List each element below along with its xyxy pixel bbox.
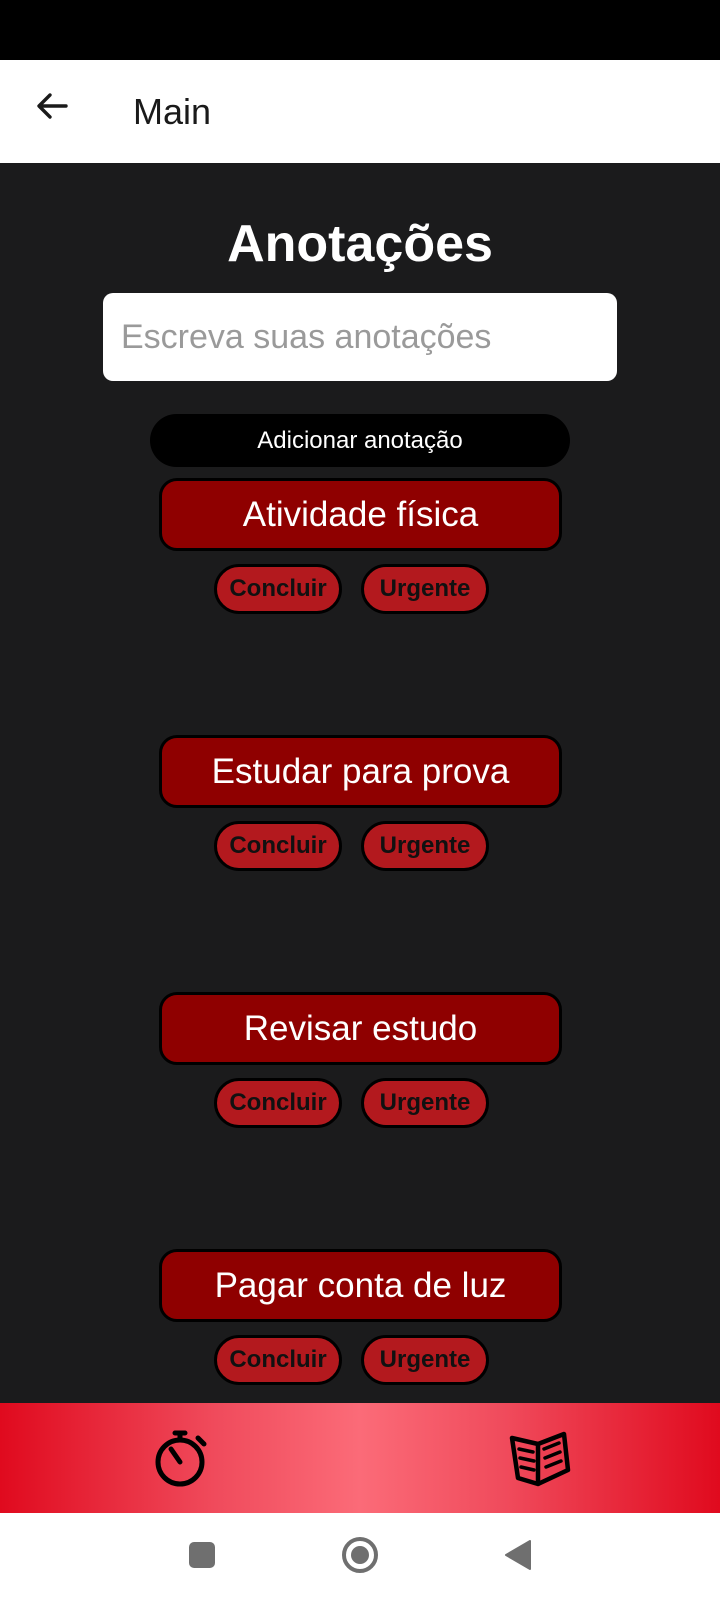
note-item: Atividade física Concluir Urgente [0, 478, 720, 618]
note-item: Estudar para prova Concluir Urgente [0, 735, 720, 875]
note-title[interactable]: Pagar conta de luz [159, 1249, 562, 1322]
urgent-button[interactable]: Urgente [361, 1335, 489, 1385]
conclude-button[interactable]: Concluir [214, 1078, 342, 1128]
note-title[interactable]: Estudar para prova [159, 735, 562, 808]
app-bar-title: Main [133, 91, 212, 132]
recents-button[interactable] [178, 1533, 226, 1581]
app-bar: Main [0, 60, 720, 163]
main-content: Anotações Adicionar anotação Atividade f… [0, 163, 720, 1403]
arrow-left-icon [34, 88, 70, 129]
conclude-button[interactable]: Concluir [214, 821, 342, 871]
stopwatch-icon [150, 1426, 214, 1495]
note-item: Revisar estudo Concluir Urgente [0, 992, 720, 1132]
note-title[interactable]: Atividade física [159, 478, 562, 551]
note-input[interactable] [103, 293, 617, 381]
nav-notes-button[interactable] [505, 1425, 575, 1495]
note-item: Pagar conta de luz Concluir Urgente [0, 1249, 720, 1389]
note-title[interactable]: Revisar estudo [159, 992, 562, 1065]
home-button[interactable] [336, 1533, 384, 1581]
status-bar [0, 0, 720, 60]
nav-timer-button[interactable] [147, 1425, 217, 1495]
urgent-button[interactable]: Urgente [361, 821, 489, 871]
back-triangle-icon [503, 1539, 533, 1576]
bottom-navigation [0, 1403, 720, 1513]
conclude-button[interactable]: Concluir [214, 564, 342, 614]
add-note-button[interactable]: Adicionar anotação [150, 414, 570, 467]
open-book-icon [506, 1426, 574, 1495]
conclude-button[interactable]: Concluir [214, 1335, 342, 1385]
home-circle-icon [340, 1535, 380, 1580]
urgent-button[interactable]: Urgente [361, 564, 489, 614]
recents-square-icon [187, 1540, 217, 1575]
system-navigation-bar [0, 1513, 720, 1600]
page-title: Anotações [227, 215, 493, 273]
system-back-button[interactable] [494, 1533, 542, 1581]
back-button[interactable] [28, 84, 76, 132]
urgent-button[interactable]: Urgente [361, 1078, 489, 1128]
